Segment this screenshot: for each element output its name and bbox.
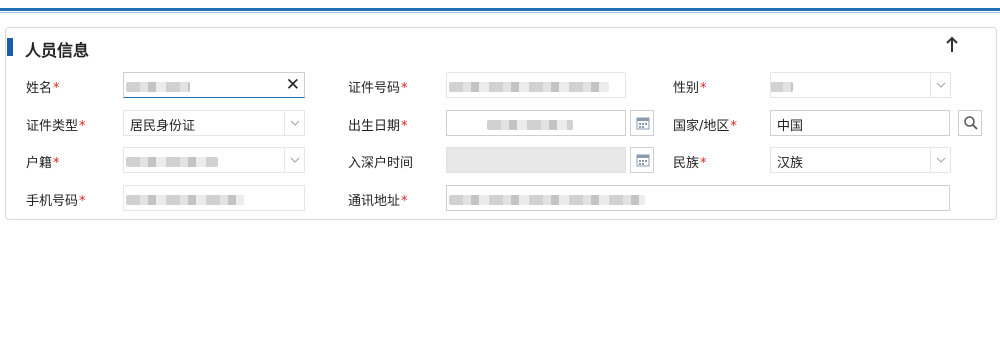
redacted-value xyxy=(126,195,244,205)
ethnicity-label: 民族* xyxy=(673,156,707,171)
calendar-icon[interactable] xyxy=(630,147,654,173)
chevron-down-icon[interactable] xyxy=(930,148,950,172)
panel-title-marker xyxy=(7,38,13,56)
redacted-value xyxy=(126,82,190,92)
redacted-value xyxy=(771,82,793,92)
clear-icon[interactable]: ✕ xyxy=(286,76,300,94)
name-label: 姓名* xyxy=(26,81,60,96)
address-label: 通讯地址* xyxy=(348,194,408,209)
chevron-down-icon[interactable] xyxy=(284,111,304,135)
chevron-down-icon[interactable] xyxy=(284,148,304,172)
country-value: 中国 xyxy=(777,119,804,134)
panel-title: 人员信息 xyxy=(25,41,90,60)
top-border-line-light xyxy=(0,12,1000,13)
panel-header: 人员信息 xyxy=(6,28,996,64)
chevron-down-icon[interactable] xyxy=(930,73,950,97)
redacted-value xyxy=(126,157,218,167)
id-type-select[interactable]: 居民身份证 xyxy=(123,110,305,136)
redacted-value xyxy=(487,120,573,130)
person-info-panel: 人员信息 姓名* ✕ 证件号码* 性别* 证件类型* 居民身份证 出生日期* 国… xyxy=(5,27,997,220)
hukou-select[interactable] xyxy=(123,147,305,173)
mobile-input[interactable] xyxy=(123,185,305,211)
id-number-label: 证件号码* xyxy=(348,81,408,96)
birth-date-input[interactable] xyxy=(446,110,626,136)
gender-label: 性别* xyxy=(673,81,707,96)
top-border xyxy=(0,0,1000,14)
ethnicity-select[interactable]: 汉族 xyxy=(770,147,951,173)
ethnicity-value: 汉族 xyxy=(777,156,804,171)
redacted-value xyxy=(449,195,645,205)
country-input[interactable]: 中国 xyxy=(770,110,950,136)
birth-date-label: 出生日期* xyxy=(348,119,408,134)
top-border-line xyxy=(0,8,1000,11)
id-number-input[interactable] xyxy=(446,72,626,98)
search-icon[interactable] xyxy=(958,110,982,136)
redacted-value xyxy=(449,82,609,92)
sz-entry-time-label: 入深户时间 xyxy=(348,156,414,171)
id-type-value: 居民身份证 xyxy=(130,119,196,134)
id-type-label: 证件类型* xyxy=(26,119,86,134)
calendar-icon[interactable] xyxy=(630,110,654,136)
name-input[interactable]: ✕ xyxy=(123,72,305,98)
sz-entry-time-input xyxy=(446,147,626,173)
arrow-up-icon[interactable] xyxy=(944,36,960,54)
country-label: 国家/地区* xyxy=(673,119,737,134)
address-input[interactable] xyxy=(446,185,950,211)
gender-select[interactable] xyxy=(770,72,951,98)
mobile-label: 手机号码* xyxy=(26,194,86,209)
hukou-label: 户籍* xyxy=(26,156,60,171)
